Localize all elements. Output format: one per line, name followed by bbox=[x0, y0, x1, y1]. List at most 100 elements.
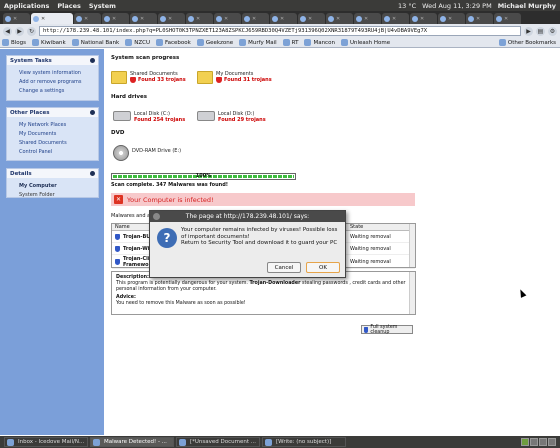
browser-tab[interactable]: ✕ bbox=[466, 13, 493, 24]
close-tab-icon[interactable]: ✕ bbox=[112, 16, 116, 22]
threat-state: Waiting removal bbox=[350, 258, 391, 265]
browser-tab[interactable]: ✕ bbox=[242, 13, 269, 24]
panel-title: Other Places bbox=[10, 109, 50, 116]
close-tab-icon[interactable]: ✕ bbox=[336, 16, 340, 22]
favicon-icon bbox=[496, 15, 502, 22]
close-tab-icon[interactable]: ✕ bbox=[392, 16, 396, 22]
close-tab-icon[interactable]: ✕ bbox=[13, 16, 17, 22]
bookmark-nzcu[interactable]: NZCU bbox=[125, 39, 150, 46]
close-tab-icon[interactable]: ✕ bbox=[504, 16, 508, 22]
places-menu[interactable]: Places bbox=[53, 2, 85, 10]
drive-shared-documents[interactable]: Shared Documents Found 33 trojans bbox=[111, 71, 186, 84]
col-state[interactable]: State bbox=[347, 224, 407, 230]
browser-tab[interactable]: ✕ bbox=[74, 13, 101, 24]
drive-local-d[interactable]: Local Disk (D:) Found 29 trojans bbox=[197, 111, 266, 123]
close-tab-icon[interactable]: ✕ bbox=[168, 16, 172, 22]
sidebar-item-my-documents[interactable]: My Documents bbox=[7, 129, 98, 138]
close-tab-icon[interactable]: ✕ bbox=[476, 16, 480, 22]
sidebar-item-add-remove-programs[interactable]: Add or remove programs bbox=[7, 77, 98, 86]
forward-icon[interactable]: ▶ bbox=[15, 26, 24, 36]
ok-button[interactable]: OK bbox=[306, 262, 340, 273]
browser-tab[interactable]: ✕ bbox=[158, 13, 185, 24]
dialog-titlebar[interactable]: The page at http://178.239.48.101/ says: bbox=[150, 211, 345, 222]
browser-tab[interactable]: ✕ bbox=[438, 13, 465, 24]
bookmark-facebook[interactable]: Facebook bbox=[155, 39, 191, 46]
browser-tab[interactable]: ✕ bbox=[298, 13, 325, 24]
taskbar-item-document[interactable]: [*Unsaved Document ... bbox=[176, 437, 260, 447]
browser-tab[interactable]: ✕ bbox=[186, 13, 213, 24]
browser-tab[interactable]: ✕ bbox=[270, 13, 297, 24]
description-scrollbar[interactable] bbox=[409, 272, 415, 314]
close-tab-icon[interactable]: ✕ bbox=[41, 16, 45, 22]
workspace-3[interactable] bbox=[539, 438, 547, 446]
drive-local-c[interactable]: Local Disk (C:) Found 254 trojans bbox=[113, 111, 185, 123]
bookmark-rt[interactable]: RT bbox=[282, 39, 298, 46]
alert-dialog: The page at http://178.239.48.101/ says:… bbox=[149, 210, 346, 278]
sidebar-item-view-system-info[interactable]: View system information bbox=[7, 68, 98, 77]
taskbar-item-write[interactable]: [Write: (no subject)] bbox=[262, 437, 346, 447]
favicon-icon bbox=[33, 15, 39, 22]
collapse-icon[interactable] bbox=[90, 58, 95, 63]
close-tab-icon[interactable]: ✕ bbox=[448, 16, 452, 22]
other-bookmarks[interactable]: Other Bookmarks bbox=[498, 39, 560, 46]
bookmark-national-bank[interactable]: National Bank bbox=[71, 39, 119, 46]
cancel-button[interactable]: Cancel bbox=[267, 262, 301, 273]
browser-tab[interactable]: ✕ bbox=[382, 13, 409, 24]
close-tab-icon[interactable]: ✕ bbox=[196, 16, 200, 22]
page-menu-icon[interactable]: ▤ bbox=[536, 26, 545, 36]
applications-menu[interactable]: Applications bbox=[0, 2, 53, 10]
drive-my-documents[interactable]: My Documents Found 31 trojans bbox=[197, 71, 272, 84]
system-menu[interactable]: System bbox=[85, 2, 120, 10]
workspace-2[interactable] bbox=[530, 438, 538, 446]
browser-tab[interactable]: ✕ bbox=[102, 13, 129, 24]
collapse-icon[interactable] bbox=[90, 110, 95, 115]
close-tab-icon[interactable]: ✕ bbox=[280, 16, 284, 22]
clock[interactable]: Wed Aug 11, 3:29 PM bbox=[422, 2, 492, 10]
close-tab-icon[interactable]: ✕ bbox=[140, 16, 144, 22]
close-tab-icon[interactable]: ✕ bbox=[252, 16, 256, 22]
close-icon[interactable] bbox=[153, 213, 160, 220]
sidebar-item-control-panel[interactable]: Control Panel bbox=[7, 147, 98, 156]
browser-tab-active[interactable]: ✕ bbox=[31, 13, 73, 24]
drive-dvd[interactable]: DVD-RAM Drive (E:) bbox=[113, 145, 181, 161]
bookmark-kiwibank[interactable]: Kiwibank bbox=[32, 39, 66, 46]
address-bar[interactable]: http://178.239.48.101/index.php?q=PL0SHO… bbox=[39, 26, 521, 36]
browser-tab[interactable]: ✕ bbox=[354, 13, 381, 24]
bookmark-murfy-mail[interactable]: Murfy Mail bbox=[239, 39, 277, 46]
bookmark-geekzone[interactable]: Geekzone bbox=[196, 39, 233, 46]
bookmark-unleash-home[interactable]: Unleash Home bbox=[340, 39, 390, 46]
browser-tab[interactable]: ✕ bbox=[3, 13, 30, 24]
close-tab-icon[interactable]: ✕ bbox=[84, 16, 88, 22]
close-tab-icon[interactable]: ✕ bbox=[420, 16, 424, 22]
browser-tab[interactable]: ✕ bbox=[494, 13, 521, 24]
user-menu[interactable]: Michael Murphy bbox=[498, 2, 556, 10]
sidebar-item-shared-documents[interactable]: Shared Documents bbox=[7, 138, 98, 147]
close-tab-icon[interactable]: ✕ bbox=[364, 16, 368, 22]
browser-tab[interactable]: ✕ bbox=[326, 13, 353, 24]
close-tab-icon[interactable]: ✕ bbox=[224, 16, 228, 22]
wrench-icon[interactable]: ⚙ bbox=[548, 26, 557, 36]
table-scrollbar[interactable] bbox=[409, 224, 415, 267]
browser-tab[interactable]: ✕ bbox=[410, 13, 437, 24]
bookmark-mancon[interactable]: Mancon bbox=[304, 39, 335, 46]
bookmark-blogs[interactable]: Blogs bbox=[2, 39, 26, 46]
full-system-cleanup-button[interactable]: Full system cleanup bbox=[361, 325, 413, 335]
workspace-4[interactable] bbox=[548, 438, 556, 446]
workspace-switcher[interactable] bbox=[521, 438, 560, 446]
go-icon[interactable]: ▶ bbox=[524, 26, 533, 36]
found-trojans: Found 33 trojans bbox=[130, 77, 186, 83]
favicon-icon bbox=[125, 39, 133, 46]
browser-tab[interactable]: ✕ bbox=[214, 13, 241, 24]
back-icon[interactable]: ◀ bbox=[3, 26, 12, 36]
collapse-icon[interactable] bbox=[90, 171, 95, 176]
sidebar-item-change-settings[interactable]: Change a settings bbox=[7, 86, 98, 95]
taskbar-item-malware[interactable]: Malware Detected! - ... bbox=[90, 437, 174, 447]
workspace-1[interactable] bbox=[521, 438, 529, 446]
browser-tab[interactable]: ✕ bbox=[130, 13, 157, 24]
taskbar-item-inbox[interactable]: Inbox - Icedove Mail/N... bbox=[4, 437, 88, 447]
close-tab-icon[interactable]: ✕ bbox=[308, 16, 312, 22]
reload-icon[interactable]: ↻ bbox=[27, 26, 36, 36]
weather-applet[interactable]: 13 °C bbox=[398, 2, 416, 10]
sidebar-item-network-places[interactable]: My Network Places bbox=[7, 120, 98, 129]
favicon-icon bbox=[272, 15, 278, 22]
